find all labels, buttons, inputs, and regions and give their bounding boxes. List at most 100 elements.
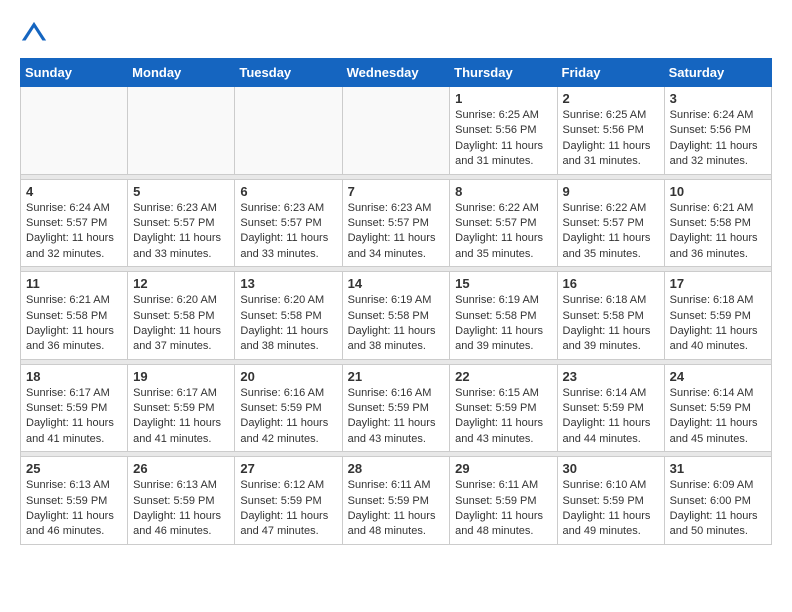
weekday-header-monday: Monday xyxy=(128,59,235,87)
calendar-cell: 15Sunrise: 6:19 AMSunset: 5:58 PMDayligh… xyxy=(450,272,557,360)
day-number: 17 xyxy=(670,276,766,291)
day-info: Sunrise: 6:22 AMSunset: 5:57 PMDaylight:… xyxy=(563,201,659,263)
day-number: 10 xyxy=(670,184,766,199)
calendar-cell xyxy=(235,87,342,175)
calendar-cell: 30 Sunrise: 6:10 AMSunset: 5:59 PMDayligh… xyxy=(557,457,664,545)
day-info: Sunrise: 6:17 AMSunset: 5:59 PMDaylight:… xyxy=(133,386,229,448)
day-number: 26 xyxy=(133,461,229,476)
calendar-cell: 14 Sunrise: 6:19 AMSunset: 5:58 PMDayligh… xyxy=(342,272,450,360)
day-info: Sunrise: 6:23 AMSunset: 5:57 PMDaylight:… xyxy=(240,201,336,263)
day-number: 11 xyxy=(26,276,122,291)
day-info: Sunrise: 6:18 AMSunset: 5:59 PMDaylight:… xyxy=(670,293,766,355)
calendar-cell: 25Sunrise: 6:13 AMSunset: 5:59 PMDayligh… xyxy=(21,457,128,545)
calendar-cell: 10 Sunrise: 6:21 AMSunset: 5:58 PMDayligh… xyxy=(664,179,771,267)
day-info: Sunrise: 6:14 AMSunset: 5:59 PMDaylight:… xyxy=(563,386,659,448)
day-info: Sunrise: 6:17 AMSunset: 5:59 PMDaylight:… xyxy=(26,386,122,448)
day-number: 16 xyxy=(563,276,659,291)
day-info: Sunrise: 6:24 AMSunset: 5:56 PMDaylight:… xyxy=(670,108,766,170)
calendar-cell: 21 Sunrise: 6:16 AMSunset: 5:59 PMDayligh… xyxy=(342,364,450,452)
day-number: 29 xyxy=(455,461,551,476)
day-info: Sunrise: 6:13 AMSunset: 5:59 PMDaylight:… xyxy=(133,478,229,540)
calendar-week-row: 25Sunrise: 6:13 AMSunset: 5:59 PMDayligh… xyxy=(21,457,772,545)
day-number: 4 xyxy=(26,184,122,199)
calendar-cell: 12Sunrise: 6:20 AMSunset: 5:58 PMDayligh… xyxy=(128,272,235,360)
day-info: Sunrise: 6:13 AMSunset: 5:59 PMDaylight:… xyxy=(26,478,122,540)
calendar-cell xyxy=(342,87,450,175)
day-number: 22 xyxy=(455,369,551,384)
day-info: Sunrise: 6:16 AMSunset: 5:59 PMDaylight:… xyxy=(348,386,445,448)
calendar-cell: 18 Sunrise: 6:17 AMSunset: 5:59 PMDayligh… xyxy=(21,364,128,452)
weekday-header-sunday: Sunday xyxy=(21,59,128,87)
day-number: 6 xyxy=(240,184,336,199)
logo-icon xyxy=(20,20,48,48)
calendar-cell: 17 Sunrise: 6:18 AMSunset: 5:59 PMDayligh… xyxy=(664,272,771,360)
logo xyxy=(20,20,52,48)
calendar-week-row: 4 Sunrise: 6:24 AMSunset: 5:57 PMDaylight… xyxy=(21,179,772,267)
calendar-cell: 6 Sunrise: 6:23 AMSunset: 5:57 PMDaylight… xyxy=(235,179,342,267)
day-number: 12 xyxy=(133,276,229,291)
calendar-cell: 7 Sunrise: 6:23 AMSunset: 5:57 PMDaylight… xyxy=(342,179,450,267)
calendar-week-row: 18 Sunrise: 6:17 AMSunset: 5:59 PMDayligh… xyxy=(21,364,772,452)
day-info: Sunrise: 6:21 AMSunset: 5:58 PMDaylight:… xyxy=(26,293,122,355)
day-info: Sunrise: 6:23 AMSunset: 5:57 PMDaylight:… xyxy=(133,201,229,263)
weekday-header-thursday: Thursday xyxy=(450,59,557,87)
day-info: Sunrise: 6:10 AMSunset: 5:59 PMDaylight:… xyxy=(563,478,659,540)
weekday-header-tuesday: Tuesday xyxy=(235,59,342,87)
calendar-cell: 24 Sunrise: 6:14 AMSunset: 5:59 PMDayligh… xyxy=(664,364,771,452)
weekday-header-friday: Friday xyxy=(557,59,664,87)
day-info: Sunrise: 6:19 AMSunset: 5:58 PMDaylight:… xyxy=(348,293,445,355)
day-info: Sunrise: 6:19 AMSunset: 5:58 PMDaylight:… xyxy=(455,293,551,355)
day-number: 23 xyxy=(563,369,659,384)
page-header xyxy=(20,20,772,48)
day-info: Sunrise: 6:25 AMSunset: 5:56 PMDaylight:… xyxy=(563,108,659,170)
day-number: 9 xyxy=(563,184,659,199)
day-number: 18 xyxy=(26,369,122,384)
day-info: Sunrise: 6:22 AMSunset: 5:57 PMDaylight:… xyxy=(455,201,551,263)
day-number: 21 xyxy=(348,369,445,384)
calendar-cell xyxy=(128,87,235,175)
calendar-cell: 16 Sunrise: 6:18 AMSunset: 5:58 PMDayligh… xyxy=(557,272,664,360)
calendar-cell: 4 Sunrise: 6:24 AMSunset: 5:57 PMDaylight… xyxy=(21,179,128,267)
calendar-cell: 27Sunrise: 6:12 AMSunset: 5:59 PMDayligh… xyxy=(235,457,342,545)
day-number: 31 xyxy=(670,461,766,476)
day-number: 27 xyxy=(240,461,336,476)
day-number: 19 xyxy=(133,369,229,384)
weekday-header-row: SundayMondayTuesdayWednesdayThursdayFrid… xyxy=(21,59,772,87)
day-info: Sunrise: 6:11 AMSunset: 5:59 PMDaylight:… xyxy=(348,478,445,540)
calendar-cell: 5 Sunrise: 6:23 AMSunset: 5:57 PMDaylight… xyxy=(128,179,235,267)
day-info: Sunrise: 6:20 AMSunset: 5:58 PMDaylight:… xyxy=(240,293,336,355)
calendar-cell: 9 Sunrise: 6:22 AMSunset: 5:57 PMDaylight… xyxy=(557,179,664,267)
day-number: 1 xyxy=(455,91,551,106)
weekday-header-wednesday: Wednesday xyxy=(342,59,450,87)
day-number: 14 xyxy=(348,276,445,291)
day-info: Sunrise: 6:18 AMSunset: 5:58 PMDaylight:… xyxy=(563,293,659,355)
calendar-cell: 23 Sunrise: 6:14 AMSunset: 5:59 PMDayligh… xyxy=(557,364,664,452)
day-number: 30 xyxy=(563,461,659,476)
calendar-cell: 29 Sunrise: 6:11 AMSunset: 5:59 PMDayligh… xyxy=(450,457,557,545)
day-number: 20 xyxy=(240,369,336,384)
day-info: Sunrise: 6:16 AMSunset: 5:59 PMDaylight:… xyxy=(240,386,336,448)
day-info: Sunrise: 6:24 AMSunset: 5:57 PMDaylight:… xyxy=(26,201,122,263)
weekday-header-saturday: Saturday xyxy=(664,59,771,87)
day-number: 28 xyxy=(348,461,445,476)
day-number: 8 xyxy=(455,184,551,199)
day-number: 5 xyxy=(133,184,229,199)
calendar-cell: 8 Sunrise: 6:22 AMSunset: 5:57 PMDaylight… xyxy=(450,179,557,267)
day-number: 24 xyxy=(670,369,766,384)
day-number: 2 xyxy=(563,91,659,106)
calendar-cell: 28 Sunrise: 6:11 AMSunset: 5:59 PMDayligh… xyxy=(342,457,450,545)
calendar-cell: 31Sunrise: 6:09 AMSunset: 6:00 PMDayligh… xyxy=(664,457,771,545)
day-info: Sunrise: 6:11 AMSunset: 5:59 PMDaylight:… xyxy=(455,478,551,540)
calendar-week-row: 11 Sunrise: 6:21 AMSunset: 5:58 PMDayligh… xyxy=(21,272,772,360)
calendar-cell: 19 Sunrise: 6:17 AMSunset: 5:59 PMDayligh… xyxy=(128,364,235,452)
day-info: Sunrise: 6:21 AMSunset: 5:58 PMDaylight:… xyxy=(670,201,766,263)
day-number: 13 xyxy=(240,276,336,291)
day-info: Sunrise: 6:23 AMSunset: 5:57 PMDaylight:… xyxy=(348,201,445,263)
day-info: Sunrise: 6:25 AMSunset: 5:56 PMDaylight:… xyxy=(455,108,551,170)
day-info: Sunrise: 6:15 AMSunset: 5:59 PMDaylight:… xyxy=(455,386,551,448)
day-info: Sunrise: 6:14 AMSunset: 5:59 PMDaylight:… xyxy=(670,386,766,448)
calendar-cell: 11 Sunrise: 6:21 AMSunset: 5:58 PMDayligh… xyxy=(21,272,128,360)
day-number: 7 xyxy=(348,184,445,199)
calendar-cell: 1 Sunrise: 6:25 AMSunset: 5:56 PMDaylight… xyxy=(450,87,557,175)
calendar-cell xyxy=(21,87,128,175)
